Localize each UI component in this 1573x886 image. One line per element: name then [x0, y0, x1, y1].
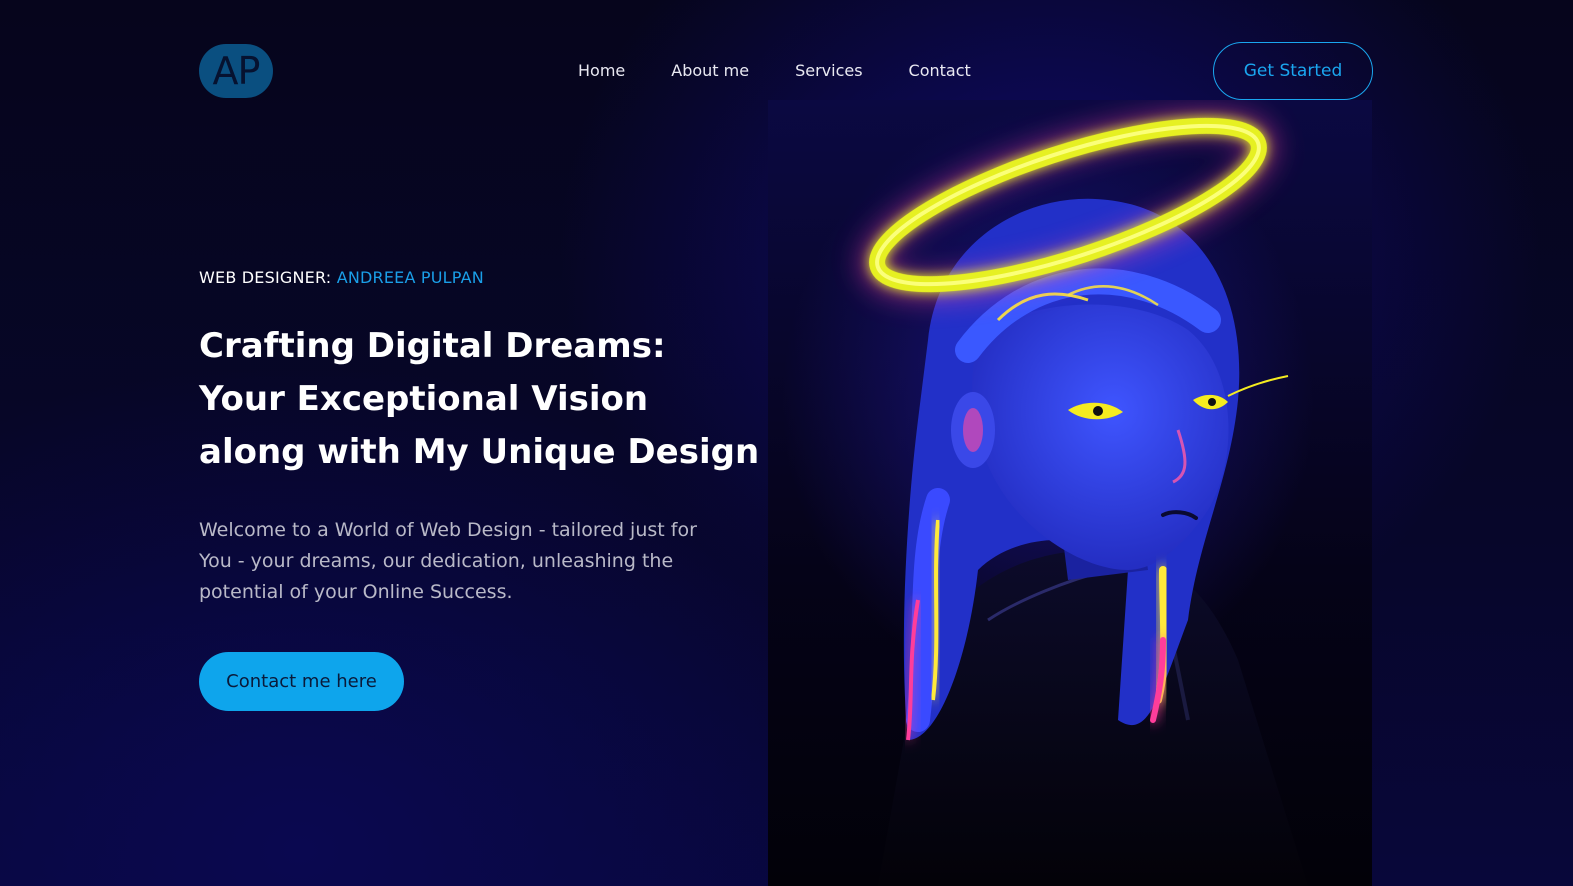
get-started-button[interactable]: Get Started [1213, 42, 1373, 100]
logo[interactable]: AP [199, 44, 273, 98]
headline-line-3: along with My Unique Design [199, 432, 760, 472]
contact-me-label: Contact me here [226, 671, 377, 692]
nav-services[interactable]: Services [795, 60, 862, 82]
headline-line-1: Crafting Digital Dreams: [199, 326, 666, 366]
contact-me-button[interactable]: Contact me here [199, 652, 404, 711]
nav-about[interactable]: About me [671, 60, 749, 82]
portrait-illustration [861, 111, 1308, 886]
hero-portrait-image [768, 100, 1372, 886]
logo-text: AP [212, 49, 261, 93]
get-started-label: Get Started [1243, 61, 1343, 81]
role-label: WEB DESIGNER: [199, 268, 332, 287]
headline-line-2: Your Exceptional Vision [199, 379, 649, 419]
hero-intro: Welcome to a World of Web Design - tailo… [199, 519, 697, 603]
nav-home[interactable]: Home [578, 60, 625, 82]
nav-contact[interactable]: Contact [909, 60, 971, 82]
role-line: WEB DESIGNER: ANDREEA PULPAN [199, 268, 484, 287]
main-nav: Home About me Services Contact [578, 60, 971, 82]
designer-name: ANDREEA PULPAN [336, 268, 484, 287]
hero-headline: Crafting Digital Dreams: Your Exceptiona… [199, 320, 759, 479]
